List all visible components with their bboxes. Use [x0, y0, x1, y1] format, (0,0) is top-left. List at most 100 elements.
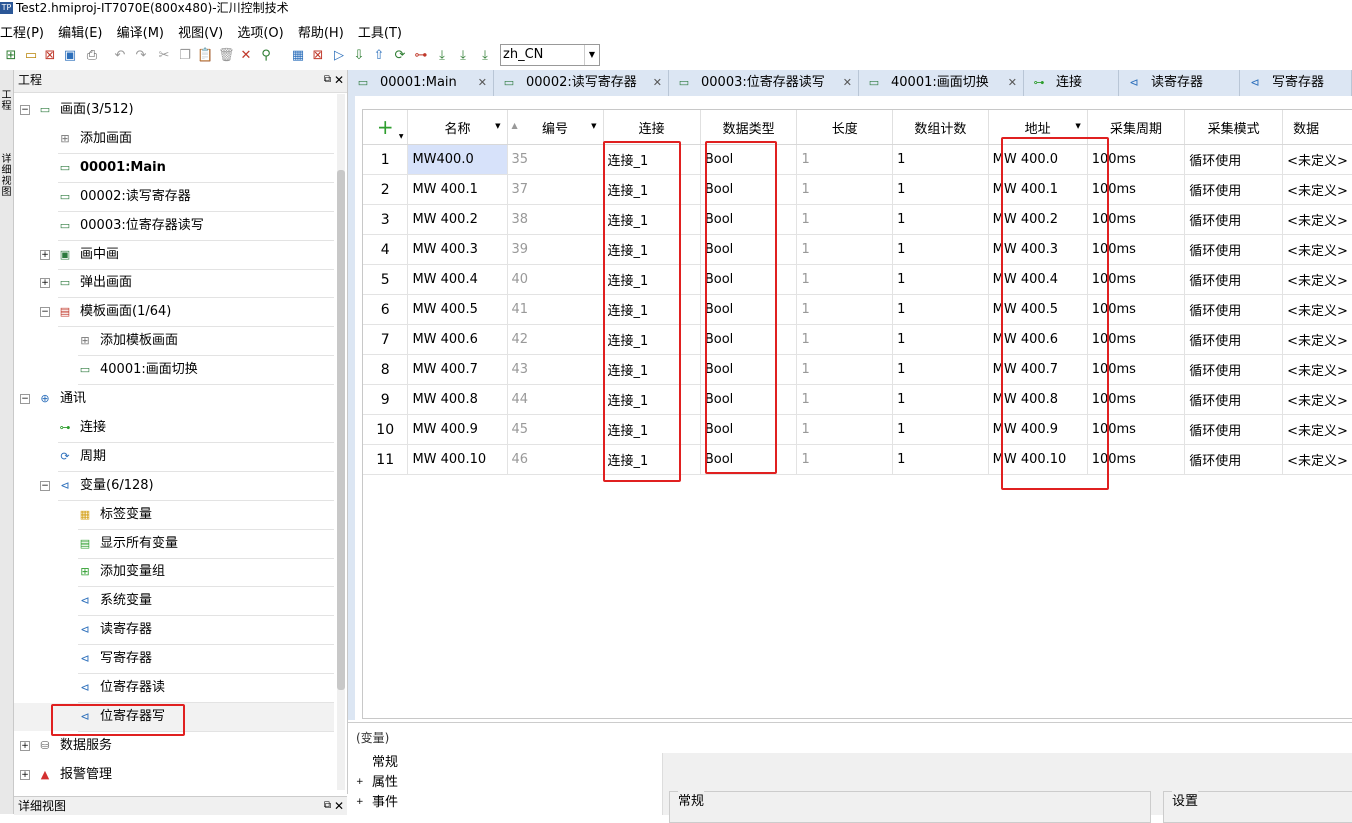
- cell-name[interactable]: MW 400.8: [407, 384, 508, 415]
- cell-array-count[interactable]: 1: [892, 414, 989, 445]
- save-icon[interactable]: ▣: [62, 48, 78, 64]
- tree-item[interactable]: − ▭ 画面(3/512): [14, 96, 334, 124]
- transfer-icon[interactable]: ⤓: [434, 48, 450, 64]
- stop-compile-icon[interactable]: ⊠: [310, 48, 326, 64]
- col-header-array-count[interactable]: 数组计数: [892, 110, 989, 145]
- cell-id[interactable]: 43: [507, 354, 604, 385]
- find-icon[interactable]: ⚲: [258, 48, 274, 64]
- col-header-datatype[interactable]: 数据类型: [700, 110, 798, 145]
- cell-data[interactable]: <未定义>: [1282, 414, 1352, 445]
- expand-icon[interactable]: +: [40, 278, 50, 289]
- cell-length[interactable]: 1: [796, 294, 894, 325]
- tree-item[interactable]: − ▤ 模板画面(1/64): [14, 298, 334, 326]
- filter-dropdown-icon[interactable]: ▼: [495, 122, 500, 130]
- cell-id[interactable]: 37: [507, 174, 604, 205]
- col-header-id[interactable]: ▲ 编号 ▼: [507, 110, 604, 145]
- table-row[interactable]: 8 MW 400.7 43 连接_1 Bool 1 1 MW 400.7 100ms 循环使用 <未…: [363, 354, 1352, 385]
- upload-icon[interactable]: ⇧: [371, 48, 387, 64]
- language-select[interactable]: zh_CN ▼: [500, 44, 600, 66]
- editor-tab[interactable]: ⊲ 写寄存器: [1240, 70, 1352, 96]
- cell-data[interactable]: <未定义>: [1282, 294, 1352, 325]
- cell-array-count[interactable]: 1: [892, 354, 989, 385]
- cell-id[interactable]: 40: [507, 264, 604, 295]
- close-tab-icon[interactable]: ✕: [653, 70, 662, 96]
- close-icon[interactable]: ✕: [334, 70, 344, 90]
- cell-length[interactable]: 1: [796, 264, 894, 295]
- table-row[interactable]: 3 MW 400.2 38 连接_1 Bool 1 1 MW 400.2 100ms 循环使用 <未…: [363, 204, 1352, 235]
- editor-tab[interactable]: ▭ 00002:读写寄存器 ✕: [494, 70, 669, 96]
- cell-name[interactable]: MW 400.1: [407, 174, 508, 205]
- col-header-connection[interactable]: 连接: [603, 110, 701, 145]
- detail-dock-tab[interactable]: 详细视图: [0, 154, 13, 198]
- table-row[interactable]: 4 MW 400.3 39 连接_1 Bool 1 1 MW 400.3 100ms 循环使用 <未…: [363, 234, 1352, 265]
- cell-data[interactable]: <未定义>: [1282, 444, 1352, 475]
- col-header-acq-mode[interactable]: 采集模式: [1184, 110, 1284, 145]
- tree-item[interactable]: ⊶ 连接: [14, 414, 334, 442]
- properties-nav-general[interactable]: 常规: [372, 754, 398, 772]
- transfer-data-icon[interactable]: ⤓: [477, 48, 493, 64]
- editor-tab[interactable]: ⊲ 读寄存器: [1119, 70, 1240, 96]
- tree-item[interactable]: ▭ 00001:Main: [14, 154, 334, 182]
- row-index[interactable]: 3: [363, 204, 409, 235]
- cell-data[interactable]: <未定义>: [1282, 264, 1352, 295]
- cell-acq-mode[interactable]: 循环使用: [1184, 234, 1284, 265]
- row-index[interactable]: 7: [363, 324, 409, 355]
- menu-options[interactable]: 选项(O): [237, 22, 283, 41]
- cell-array-count[interactable]: 1: [892, 294, 989, 325]
- copy-icon[interactable]: ❐: [177, 48, 193, 64]
- cell-length[interactable]: 1: [796, 234, 894, 265]
- table-row[interactable]: 9 MW 400.8 44 连接_1 Bool 1 1 MW 400.8 100ms 循环使用 <未…: [363, 384, 1352, 415]
- menu-help[interactable]: 帮助(H): [298, 22, 344, 41]
- cell-length[interactable]: 1: [796, 384, 894, 415]
- cell-length[interactable]: 1: [796, 444, 894, 475]
- cell-data[interactable]: <未定义>: [1282, 354, 1352, 385]
- cut-icon[interactable]: ✂: [156, 48, 172, 64]
- paste-icon[interactable]: 📋: [197, 48, 213, 64]
- refresh-icon[interactable]: ⟳: [392, 48, 408, 64]
- tree-item[interactable]: ▭ 00002:读写寄存器: [14, 183, 334, 211]
- tree-item[interactable]: ⟳ 周期: [14, 443, 334, 471]
- cell-length[interactable]: 1: [796, 204, 894, 235]
- print-icon[interactable]: ⎙: [84, 48, 100, 64]
- cell-name[interactable]: MW 400.9: [407, 414, 508, 445]
- cell-array-count[interactable]: 1: [892, 384, 989, 415]
- table-row[interactable]: 1 MW400.0 35 连接_1 Bool 1 1 MW 400.0 100ms 循环使用 <未定…: [363, 144, 1352, 175]
- cell-array-count[interactable]: 1: [892, 234, 989, 265]
- tree-item[interactable]: ⊲ 写寄存器: [14, 645, 334, 673]
- cell-name[interactable]: MW 400.2: [407, 204, 508, 235]
- close-tab-icon[interactable]: ✕: [1008, 70, 1017, 96]
- expand-icon[interactable]: +: [356, 778, 364, 787]
- cell-array-count[interactable]: 1: [892, 144, 989, 175]
- cell-name[interactable]: MW 400.10: [407, 444, 508, 475]
- table-row[interactable]: 5 MW 400.4 40 连接_1 Bool 1 1 MW 400.4 100ms 循环使用 <未…: [363, 264, 1352, 295]
- download-icon[interactable]: ⇩: [351, 48, 367, 64]
- tree-item[interactable]: ⊲ 位寄存器读: [14, 674, 334, 702]
- tree-item[interactable]: ▭ 00003:位寄存器读写: [14, 212, 334, 240]
- close-project-icon[interactable]: ⊠: [42, 48, 58, 64]
- cell-id[interactable]: 42: [507, 324, 604, 355]
- properties-nav-attributes[interactable]: + 属性: [356, 774, 398, 792]
- cell-acq-mode[interactable]: 循环使用: [1184, 414, 1284, 445]
- tree-item[interactable]: ▭ 40001:画面切换: [14, 356, 334, 384]
- cell-data[interactable]: <未定义>: [1282, 204, 1352, 235]
- cell-length[interactable]: 1: [796, 174, 894, 205]
- cell-name[interactable]: MW 400.6: [407, 324, 508, 355]
- close-icon[interactable]: ✕: [334, 797, 344, 815]
- project-dock-tab[interactable]: 工程: [0, 90, 13, 112]
- cell-length[interactable]: 1: [796, 144, 894, 175]
- cell-id[interactable]: 39: [507, 234, 604, 265]
- transfer-all-icon[interactable]: ⤓: [455, 48, 471, 64]
- cell-name[interactable]: MW400.0: [407, 144, 508, 175]
- col-header-data[interactable]: 数据: [1282, 110, 1352, 145]
- cell-data[interactable]: <未定义>: [1282, 234, 1352, 265]
- properties-nav-events[interactable]: + 事件: [356, 794, 398, 812]
- tree-item[interactable]: ⊞ 添加模板画面: [14, 327, 334, 355]
- row-index[interactable]: 5: [363, 264, 409, 295]
- editor-tab[interactable]: ▭ 40001:画面切换 ✕: [859, 70, 1024, 96]
- cell-acq-mode[interactable]: 循环使用: [1184, 354, 1284, 385]
- collapse-icon[interactable]: −: [40, 480, 50, 491]
- tree-item[interactable]: + ▲ 报警管理: [14, 761, 334, 789]
- close-tab-icon[interactable]: ✕: [843, 70, 852, 96]
- col-header-name[interactable]: 名称 ▼: [407, 110, 508, 145]
- cell-array-count[interactable]: 1: [892, 324, 989, 355]
